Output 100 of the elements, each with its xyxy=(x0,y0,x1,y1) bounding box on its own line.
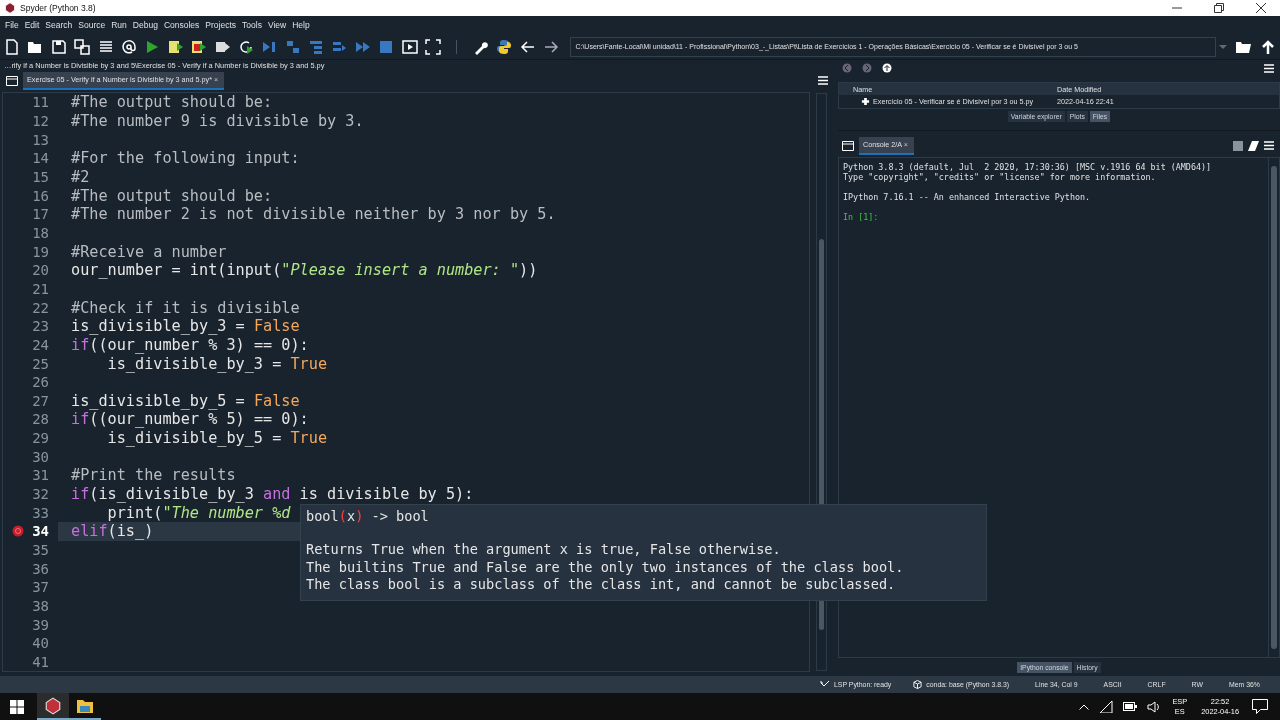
code-line: #The output should be: xyxy=(71,93,273,112)
line-number: 12 xyxy=(32,113,49,129)
line-number: 39 xyxy=(32,616,49,633)
menu-item[interactable]: Tools xyxy=(239,19,265,31)
volume-icon[interactable] xyxy=(1147,700,1161,713)
up-arrow-icon[interactable] xyxy=(1260,38,1276,55)
line-number: 35 xyxy=(32,542,49,559)
line-number: 36 xyxy=(32,560,49,577)
menu-item[interactable]: Source xyxy=(75,19,109,31)
code-line: #The number 2 is not divisible neither by 3 nor by 5. xyxy=(71,205,556,224)
maximize-pane-icon[interactable] xyxy=(401,38,418,55)
line-number: 14 xyxy=(32,150,49,167)
caret-icon[interactable] xyxy=(1079,703,1090,710)
line-number: 28 xyxy=(32,411,49,428)
pane-icon[interactable] xyxy=(6,75,18,86)
python-icon[interactable] xyxy=(496,38,513,55)
step-into-icon[interactable] xyxy=(308,38,325,55)
line-number: 30 xyxy=(32,448,49,465)
menu-item[interactable]: File xyxy=(2,19,22,31)
menu-item[interactable]: Run xyxy=(108,19,130,31)
menu-icon[interactable] xyxy=(818,76,828,85)
list-icon[interactable] xyxy=(97,38,114,55)
stop-icon[interactable] xyxy=(1233,140,1243,151)
spyder-taskbar-icon[interactable] xyxy=(37,693,69,720)
step-icon[interactable] xyxy=(284,38,301,55)
code-line: #2 xyxy=(71,167,90,186)
save-all-icon[interactable] xyxy=(74,38,91,55)
code-line: if((our_number % 3) == 0): xyxy=(71,335,309,354)
code-line: #For the following input: xyxy=(71,149,300,168)
line-number: 26 xyxy=(32,374,49,391)
breakpoint-icon[interactable] xyxy=(12,525,24,538)
menu-item[interactable]: Help xyxy=(289,19,313,31)
run-cell-icon[interactable] xyxy=(167,38,184,55)
code-line: #Receive a number xyxy=(71,242,227,261)
code-line: if(is_divisible_by_3 and is divisible by 5): xyxy=(71,485,474,504)
console-prompt: In [1]: xyxy=(843,212,879,222)
line-number: 25 xyxy=(32,355,49,372)
pane-icon[interactable] xyxy=(842,140,854,151)
code-line: #Print the results xyxy=(71,466,236,485)
console-output: Python 3.8.3 (default, Jul 2 2020, 17:30:36) [MSC v.1916 64 bit (AMD64)] xyxy=(843,162,1212,172)
close-icon[interactable] xyxy=(1256,3,1266,13)
battery-icon[interactable] xyxy=(1123,702,1138,711)
stop-icon[interactable] xyxy=(378,38,395,55)
line-number: 31 xyxy=(32,467,49,484)
notification-icon[interactable] xyxy=(1252,699,1268,714)
code-line: is_divisible_by_5 = False xyxy=(71,391,300,410)
cube-icon xyxy=(913,680,923,689)
line-number: 32 xyxy=(32,486,49,503)
menu-icon[interactable] xyxy=(1264,141,1274,150)
forward-arrow-icon[interactable] xyxy=(543,38,559,55)
lsp-icon xyxy=(820,680,830,689)
fullscreen-icon[interactable] xyxy=(425,38,442,55)
menu-item[interactable]: View xyxy=(264,19,290,31)
console-output: IPython 7.16.1 -- An enhanced Interactive Python. xyxy=(843,192,1091,202)
rerun-icon[interactable] xyxy=(237,38,254,55)
line-number: 37 xyxy=(32,579,49,596)
up-icon[interactable] xyxy=(882,63,892,73)
code-line: print("The number %d xyxy=(106,503,291,522)
line-number: 33 xyxy=(32,504,49,521)
line-number: 18 xyxy=(32,224,49,241)
line-number: 29 xyxy=(32,430,49,447)
new-file-icon[interactable] xyxy=(4,38,20,55)
line-number: 41 xyxy=(32,654,49,670)
line-number: 19 xyxy=(32,243,49,260)
code-line: if((our_number % 5) == 0): xyxy=(71,410,309,429)
menu-item[interactable]: Edit xyxy=(21,19,43,31)
line-number: 22 xyxy=(32,299,49,316)
doc-text: The builtins True and False are the only two instances of the class bool. xyxy=(306,558,905,576)
code-line: #The number 9 is divisible by 3. xyxy=(71,112,364,130)
back-icon[interactable] xyxy=(842,63,852,73)
line-number: 11 xyxy=(32,94,49,111)
console-output: Type "copyright", "credits" or "license" for more information. xyxy=(843,172,1156,182)
doc-text: The class bool is a subclass of the class int, and cannot be subclassed. xyxy=(306,576,897,594)
menu-item[interactable]: Debug xyxy=(129,19,161,31)
code-line: our_number = int(input("Please insert a number: ")) xyxy=(71,261,538,280)
menu-icon[interactable] xyxy=(1264,63,1274,73)
line-number: 38 xyxy=(32,598,49,615)
window-title: Spyder (Python 3.8) xyxy=(20,3,96,13)
menu-item[interactable]: Projects xyxy=(202,19,240,31)
line-number: 20 xyxy=(32,262,49,279)
code-line: is_divisible_by_5 = True xyxy=(106,429,328,448)
menu-item[interactable]: Consoles xyxy=(160,19,203,31)
line-number: 13 xyxy=(32,131,49,148)
dropdown-icon[interactable] xyxy=(1219,42,1228,51)
back-arrow-icon[interactable] xyxy=(519,38,536,55)
save-icon[interactable] xyxy=(50,38,67,55)
scrollbar[interactable] xyxy=(1268,158,1279,657)
line-number: 23 xyxy=(32,318,49,335)
code-line: #The output should be: xyxy=(71,186,273,205)
line-number: 16 xyxy=(32,187,49,204)
line-number: 17 xyxy=(32,206,49,223)
windows-icon[interactable] xyxy=(10,699,24,714)
line-number: 27 xyxy=(32,392,49,409)
eraser-icon[interactable] xyxy=(1248,140,1259,151)
at-sign-icon[interactable] xyxy=(120,38,137,55)
menu-item[interactable]: Search xyxy=(42,19,76,31)
restore-icon[interactable] xyxy=(1214,3,1224,13)
signature-text: bool(x) -> bool xyxy=(306,507,430,525)
forward-icon[interactable] xyxy=(862,63,872,73)
run-cell-advance-icon[interactable] xyxy=(191,38,208,55)
